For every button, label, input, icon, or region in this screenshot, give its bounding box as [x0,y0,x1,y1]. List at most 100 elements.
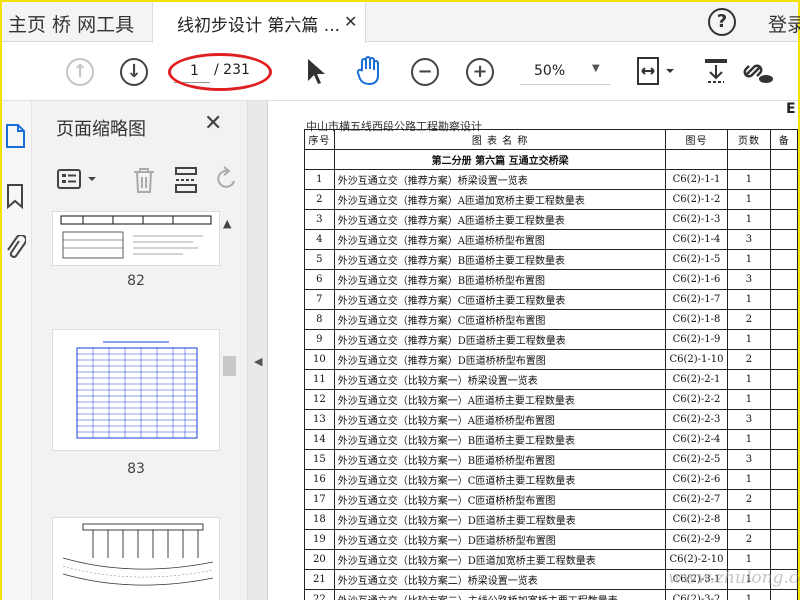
row-drawing-name: 外沙互通立交（比较方案一）B匝道桥桥型布置图 [333,449,667,470]
row-page-count: 1 [726,509,772,530]
row-drawing-code: C6(2)-2-8 [665,509,728,530]
bookmark-icon[interactable] [4,183,26,209]
row-drawing-code: C6(2)-2-6 [665,469,728,490]
zoom-in-icon[interactable]: + [466,58,494,86]
help-icon[interactable]: ? [708,8,736,36]
hand-tool-icon[interactable] [354,55,384,87]
thumbnail-page-number: 82 [127,273,145,289]
thumbnail-page[interactable] [52,329,220,451]
row-number: 16 [304,469,335,490]
row-drawing-code: C6(2)-1-3 [665,209,728,230]
table-row: 7 外沙互通立交（推荐方案）C匝道桥主要工程数量表 C6(2)-1-7 1 [304,289,798,310]
tab-home[interactable]: 主页 桥 网工具 [2,2,152,42]
table-row: 20 外沙互通立交（比较方案一）D匝道加宽桥主要工程数量表 C6(2)-2-10 1 [304,549,798,570]
thumbnail-list[interactable]: 82 83 [52,211,222,600]
close-tab-icon[interactable]: ✕ [344,12,357,31]
thumbnail-panel: 页面缩略图 ✕ 82 83 ▲ [32,101,248,600]
row-page-count: 2 [726,349,772,370]
table-row: 15 外沙互通立交（比较方案一）B匝道桥桥型布置图 C6(2)-2-5 3 [304,449,798,470]
next-page-icon[interactable]: ↓ [120,58,148,86]
row-page-count: 3 [726,269,772,290]
row-remark [770,229,798,250]
row-page-count: 1 [726,589,772,600]
row-page-count: 1 [726,289,772,310]
row-page-count: 1 [726,369,772,390]
panel-title: 页面缩略图 [56,119,146,140]
insert-page-icon[interactable] [172,165,200,195]
table-row: 11 外沙互通立交（比较方案一）桥梁设置一览表 C6(2)-2-1 1 [304,369,798,390]
fit-page-icon[interactable] [634,55,678,89]
previous-page-icon[interactable]: ↑ [66,58,94,86]
tab-document[interactable]: 线初步设计 第六篇 ... [152,2,366,43]
zoom-out-icon[interactable]: − [411,58,439,86]
drawing-index-table: 序号 图 表 名 称 图号 页数 备 第二分册 第六篇 互通立交桥梁 1 外沙互通… [304,129,798,600]
scrollbar-thumb[interactable] [223,356,236,376]
login-button[interactable]: 登录 [768,10,800,37]
panel-toolbar [32,157,248,201]
column-header: 页数 [726,129,772,150]
row-page-count: 1 [726,549,772,570]
row-remark [770,349,798,370]
row-remark [770,249,798,270]
row-number: 10 [304,349,335,370]
row-number: 22 [304,589,335,600]
row-page-count: 3 [726,449,772,470]
table-row: 1 外沙互通立交（推荐方案）桥梁设置一览表 C6(2)-1-1 1 [304,169,798,190]
row-drawing-code: C6(2)-1-4 [665,229,728,250]
table-row: 5 外沙互通立交（推荐方案）B匝道桥主要工程数量表 C6(2)-1-5 1 [304,249,798,270]
row-drawing-name: 外沙互通立交（推荐方案）D匝道桥主要工程数量表 [333,329,667,350]
thumbnail-options-icon[interactable] [56,167,102,193]
row-drawing-name: 外沙互通立交（推荐方案）A匝道桥桥型布置图 [333,229,667,250]
row-drawing-code: C6(2)-2-4 [665,429,728,450]
thumbnail-page[interactable] [52,517,220,600]
tab-bar: 主页 桥 网工具 线初步设计 第六篇 ... ✕ ? 登录 [2,2,800,43]
table-row: 12 外沙互通立交（比较方案一）A匝道桥主要工程数量表 C6(2)-2-2 1 [304,389,798,410]
page-thumbnails-icon[interactable] [4,123,26,149]
row-number: 7 [304,289,335,310]
row-drawing-code: C6(2)-1-5 [665,249,728,270]
row-page-count: 1 [726,209,772,230]
delete-page-icon[interactable] [130,165,158,195]
thumbnail-page[interactable] [52,211,220,266]
row-number: 17 [304,489,335,510]
section-row: 第二分册 第六篇 互通立交桥梁 [304,149,798,170]
row-drawing-name: 外沙互通立交（比较方案一）桥梁设置一览表 [333,369,667,390]
collapse-panel-icon[interactable]: ◀ [254,355,262,368]
panel-splitter[interactable]: ◀ [248,101,268,600]
row-drawing-name: 外沙互通立交（推荐方案）B匝道桥桥型布置图 [333,269,667,290]
row-remark [770,369,798,390]
row-remark [770,529,798,550]
row-remark [770,429,798,450]
table-row: 13 外沙互通立交（比较方案一）A匝道桥桥型布置图 C6(2)-2-3 3 [304,409,798,430]
share-link-icon[interactable] [740,55,774,87]
scroll-up-icon[interactable]: ▲ [223,217,231,230]
table-row: 10 外沙互通立交（推荐方案）D匝道桥桥型布置图 C6(2)-1-10 2 [304,349,798,370]
row-drawing-name: 外沙互通立交（推荐方案）C匝道桥主要工程数量表 [333,289,667,310]
section-title: 第二分册 第六篇 互通立交桥梁 [333,149,667,170]
document-view[interactable]: E 中山市横五线西段公路工程勘察设计 序号 图 表 名 称 图号 页数 备 第二… [268,101,798,600]
table-row: 6 外沙互通立交（推荐方案）B匝道桥桥型布置图 C6(2)-1-6 3 [304,269,798,290]
row-page-count: 1 [726,389,772,410]
row-remark [770,209,798,230]
row-drawing-code: C6(2)-1-2 [665,189,728,210]
thumbnail-preview [62,523,214,586]
close-panel-icon[interactable]: ✕ [204,111,222,136]
table-row: 17 外沙互通立交（比较方案一）C匝道桥桥型布置图 C6(2)-2-7 2 [304,489,798,510]
row-drawing-code: C6(2)-2-10 [665,549,728,570]
row-drawing-name: 外沙互通立交（比较方案一）D匝道桥主要工程数量表 [333,509,667,530]
row-page-count: 1 [726,249,772,270]
row-page-count: 2 [726,489,772,510]
attachment-icon[interactable] [4,235,26,263]
scroll-mode-icon[interactable] [702,55,732,87]
thumbnail-preview [60,215,212,259]
row-drawing-name: 外沙互通立交（比较方案一）A匝道桥桥型布置图 [333,409,667,430]
row-drawing-code: C6(2)-2-2 [665,389,728,410]
zoom-select[interactable]: 50% ▼ [520,59,610,85]
row-drawing-name: 外沙互通立交（比较方案一）B匝道桥主要工程数量表 [333,429,667,450]
table-row: 18 外沙互通立交（比较方案一）D匝道桥主要工程数量表 C6(2)-2-8 1 [304,509,798,530]
select-tool-icon[interactable] [304,57,328,87]
row-remark [770,309,798,330]
row-number: 3 [304,209,335,230]
thumbnail-scrollbar[interactable]: ▲ [220,211,238,600]
rotate-page-icon[interactable] [210,165,240,195]
